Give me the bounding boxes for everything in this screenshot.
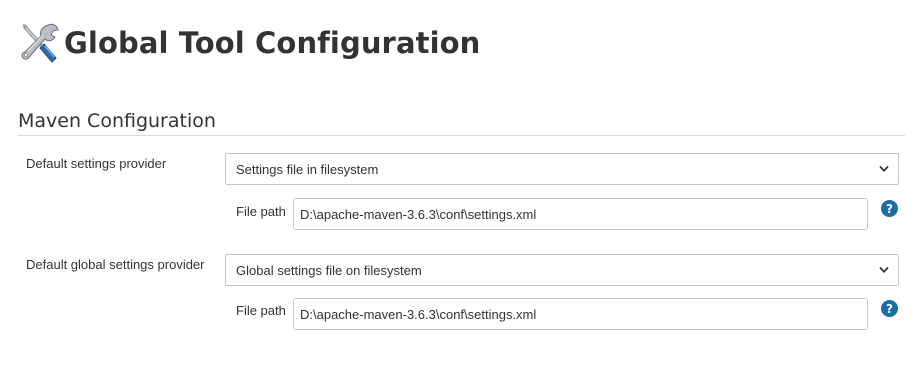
chevron-down-icon (879, 267, 889, 273)
section-divider (18, 135, 905, 136)
page-header: Global Tool Configuration (18, 18, 480, 68)
global-tool-configuration-page: Global Tool Configuration Maven Configur… (0, 0, 921, 369)
svg-text:?: ? (886, 202, 893, 216)
default-global-settings-provider-label: Default global settings provider (26, 257, 205, 272)
chevron-down-icon (879, 166, 889, 172)
global-file-path-label: File path (236, 303, 286, 318)
default-global-settings-provider-value: Global settings file on filesystem (236, 262, 422, 278)
section-title-maven-configuration: Maven Configuration (18, 110, 216, 132)
help-icon[interactable]: ? (881, 200, 898, 217)
help-icon[interactable]: ? (881, 300, 898, 317)
default-file-path-label: File path (236, 204, 286, 219)
global-file-path-input[interactable] (293, 298, 868, 330)
default-settings-provider-select[interactable]: Settings file in filesystem (225, 153, 899, 185)
default-global-settings-provider-select[interactable]: Global settings file on filesystem (225, 254, 899, 286)
wrench-screwdriver-icon (18, 20, 62, 66)
default-file-path-input[interactable] (293, 198, 868, 230)
default-settings-provider-label: Default settings provider (26, 156, 167, 171)
svg-text:?: ? (886, 302, 893, 316)
default-settings-provider-value: Settings file in filesystem (236, 161, 379, 177)
page-title: Global Tool Configuration (64, 26, 481, 60)
